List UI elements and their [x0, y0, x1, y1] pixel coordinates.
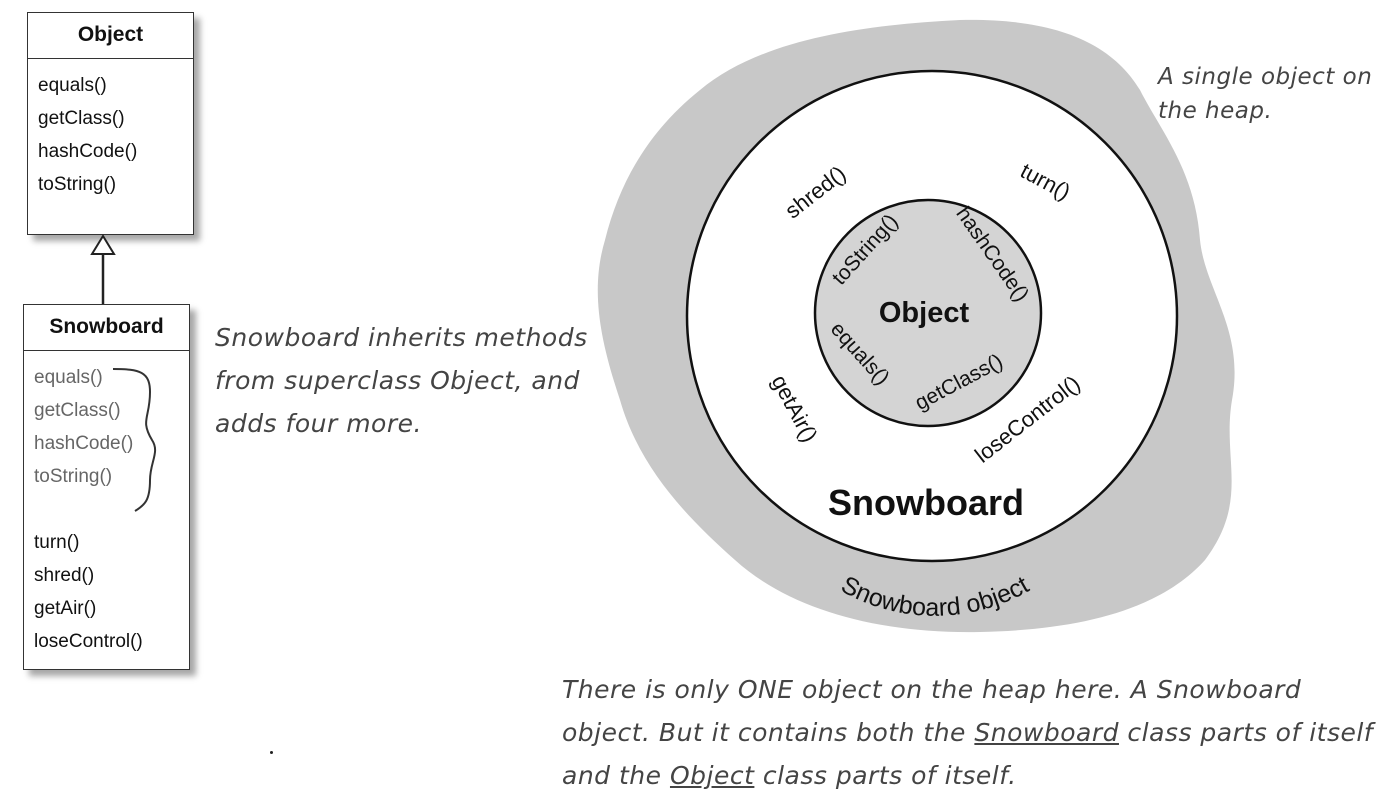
inherit-note: Snowboard inherits methods from supercla…	[215, 323, 588, 438]
bottom-note-part3: class parts of itself.	[754, 761, 1017, 790]
inheritance-arrowhead	[90, 234, 116, 255]
snowboard-ring-label: Snowboard	[828, 482, 1024, 523]
bottom-note-object-word: Object	[669, 761, 755, 790]
brace-icon	[112, 368, 157, 512]
bottom-note: There is only ONE object on the heap her…	[562, 668, 1382, 797]
object-core-label: Object	[879, 297, 970, 329]
single-object-note: A single object on the heap.	[1158, 64, 1373, 124]
stray-dot	[270, 751, 273, 754]
bottom-note-snowboard-word: Snowboard	[974, 718, 1119, 747]
